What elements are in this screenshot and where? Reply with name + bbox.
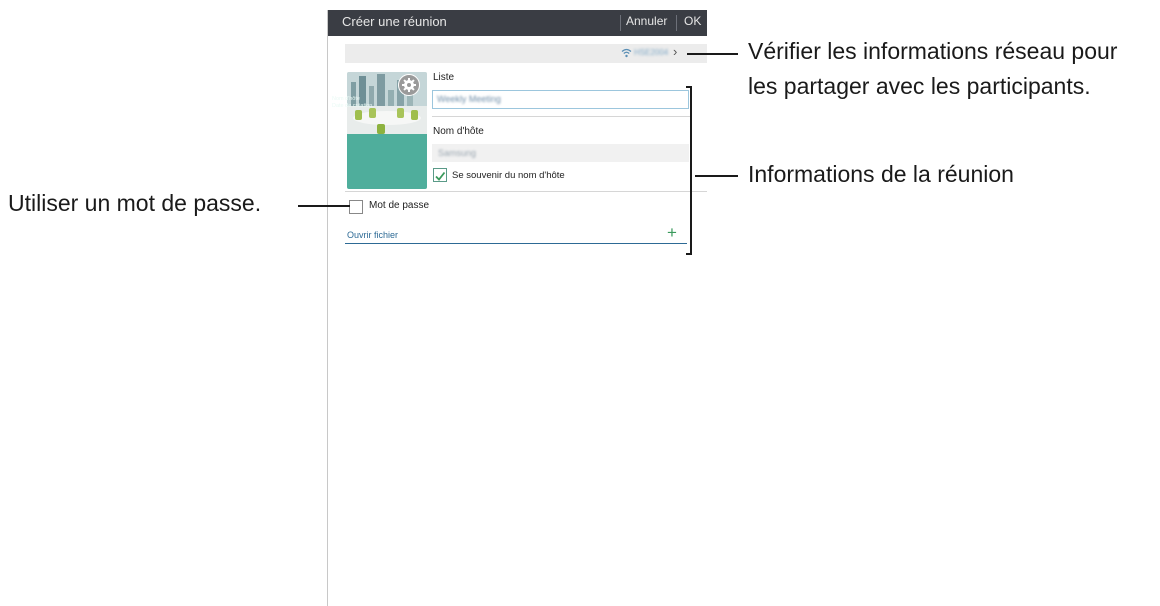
open-file-link[interactable]: Ouvrir fichier (347, 230, 398, 240)
callout-bracket-bottom (686, 253, 692, 255)
thumbnail-settings-button[interactable] (398, 74, 420, 96)
callout-line-password (298, 205, 350, 207)
screen-title: Créer une réunion (342, 14, 447, 29)
callout-bracket (690, 86, 692, 255)
action-bar-divider (620, 15, 621, 31)
callout-bracket-top (686, 86, 692, 88)
device-screen: Créer une réunion Annuler OK HSE2004 › L… (327, 10, 707, 606)
gear-icon (402, 78, 416, 92)
callout-meeting-info: Informations de la réunion (748, 161, 1014, 187)
host-name-value: Samsung (438, 148, 477, 158)
remember-host-label: Se souvenir du nom d'hôte (452, 170, 565, 181)
wifi-icon (621, 48, 632, 58)
divider (345, 191, 707, 192)
password-checkbox[interactable] (349, 200, 363, 214)
callout-network-line2: les partager avec les participants. (748, 73, 1091, 99)
remember-host-checkbox[interactable] (433, 168, 447, 182)
ok-button[interactable]: OK (684, 14, 701, 28)
thumbnail-host: Nom d'hôte (332, 96, 360, 102)
host-name-label: Nom d'hôte (433, 126, 484, 137)
callout-line-network (687, 53, 738, 55)
open-file-underline (345, 243, 687, 244)
callout-network-line1: Vérifier les informations réseau pour (748, 38, 1118, 64)
password-label: Mot de passe (369, 200, 430, 211)
list-name-value: Weekly Meeting (437, 94, 501, 104)
list-name-input[interactable]: Weekly Meeting (432, 90, 689, 109)
action-bar-divider (676, 15, 677, 31)
plus-icon[interactable]: + (667, 224, 677, 241)
chevron-right-icon[interactable]: › (673, 44, 677, 59)
callout-password: Utiliser un mot de passe. (8, 190, 262, 216)
callout-line-meeting-info (695, 175, 738, 177)
network-name: HSE2004 (634, 48, 669, 57)
thumbnail-info-panel (347, 134, 427, 189)
cancel-button[interactable]: Annuler (626, 14, 667, 28)
host-name-input[interactable]: Samsung (432, 144, 689, 162)
checkmark-icon (435, 171, 446, 181)
divider (432, 116, 690, 117)
list-label: Liste (433, 72, 455, 83)
thumbnail-title: Liste (332, 79, 347, 86)
thumbnail-date: Date de création (332, 103, 373, 109)
